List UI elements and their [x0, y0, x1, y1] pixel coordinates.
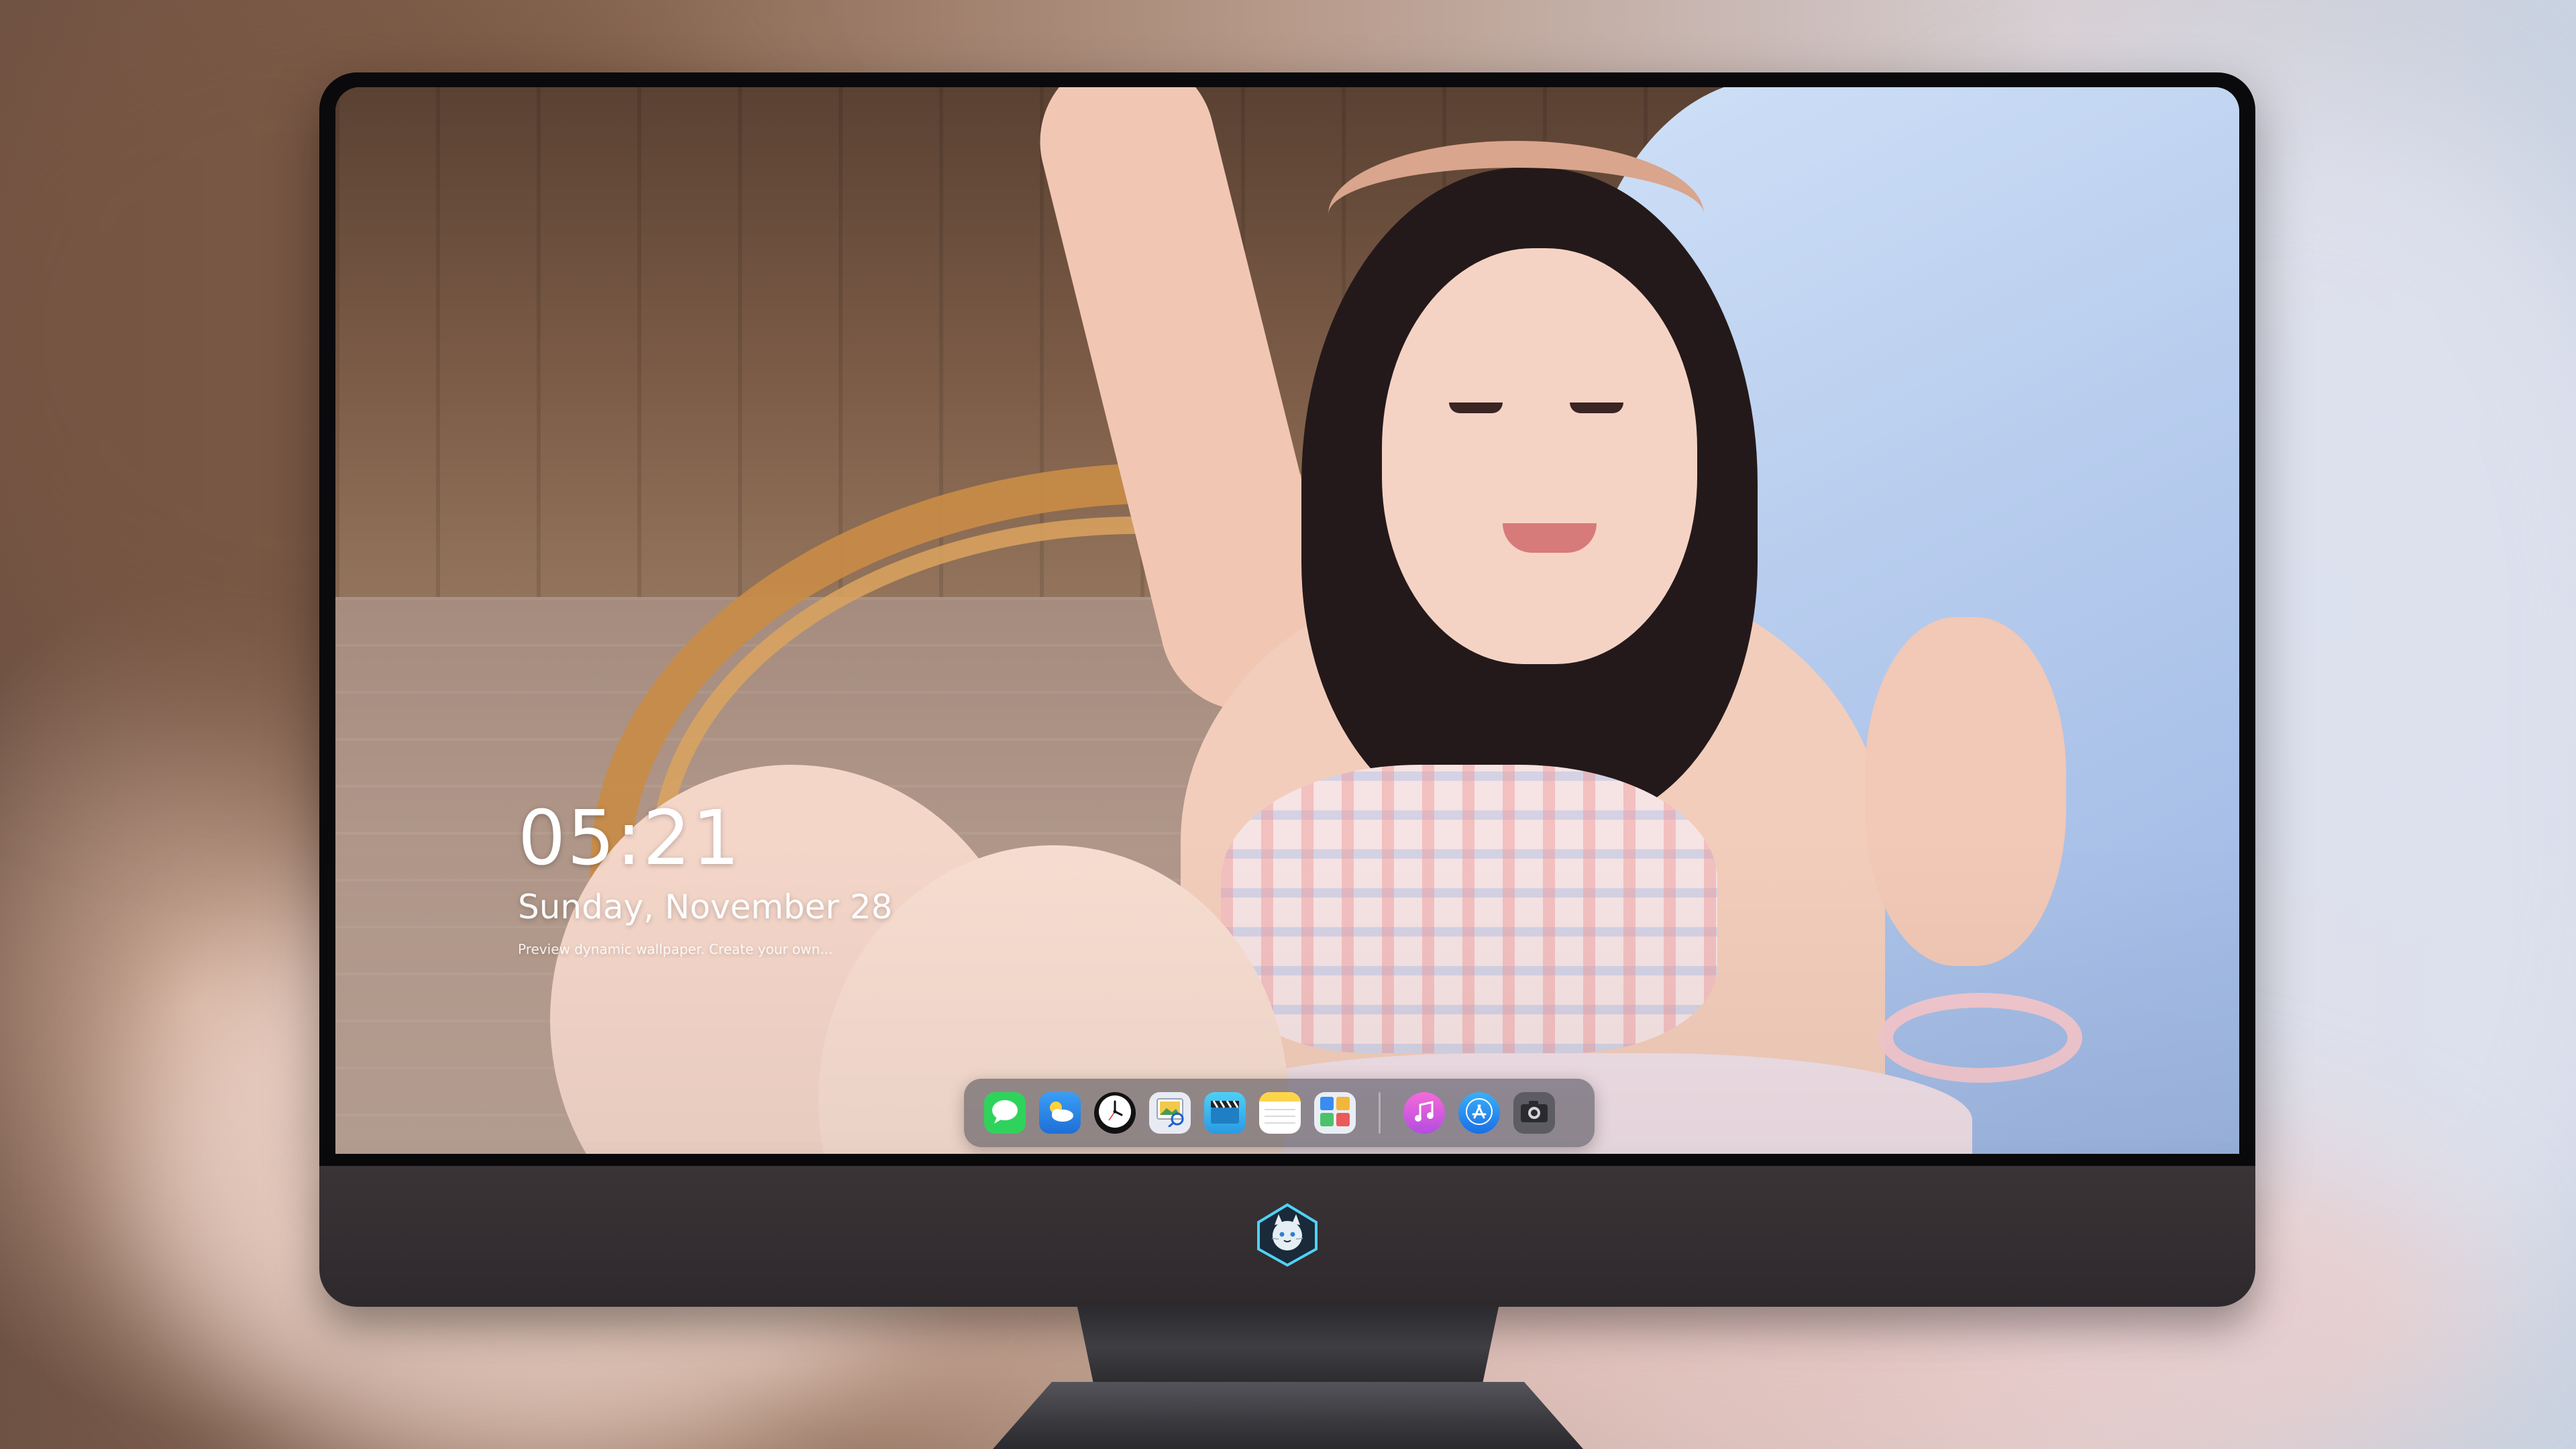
music-icon [1411, 1098, 1438, 1128]
app-store-icon [1464, 1097, 1494, 1129]
weather-icon [1044, 1098, 1076, 1128]
preview-icon [1153, 1096, 1187, 1130]
dock-app-weather[interactable] [1039, 1092, 1081, 1134]
dock-app-messages[interactable] [984, 1092, 1026, 1134]
widgets-icon [1318, 1094, 1352, 1132]
monitor-stand-neck [1077, 1307, 1499, 1387]
monitor-chin [319, 1166, 2255, 1307]
monitor: 05:21 Sunday, November 28 Preview dynami… [319, 72, 2255, 1307]
clock-time: 05:21 [518, 795, 741, 882]
wallpaper-vignette [335, 87, 2239, 1154]
lockscreen-clock: 05:21 Sunday, November 28 Preview dynami… [518, 798, 893, 958]
dock-app-notes[interactable] [1259, 1092, 1301, 1134]
messages-icon [990, 1098, 1020, 1128]
monitor-stand-base [993, 1382, 1583, 1449]
dock-app-music[interactable] [1403, 1092, 1445, 1134]
dock-app-app-store[interactable] [1458, 1092, 1500, 1134]
dock [964, 1079, 1595, 1147]
dock-app-preview[interactable] [1149, 1092, 1191, 1134]
dock-app-clock[interactable] [1094, 1092, 1136, 1134]
dock-app-widgets[interactable] [1314, 1092, 1356, 1134]
clock-hint-text: Preview dynamic wallpaper. Create your o… [518, 941, 833, 957]
dock-separator [1379, 1092, 1381, 1134]
dock-app-clips[interactable] [1204, 1092, 1246, 1134]
desktop-screen[interactable]: 05:21 Sunday, November 28 Preview dynami… [335, 87, 2239, 1154]
clock-icon [1097, 1093, 1133, 1132]
monitor-bezel: 05:21 Sunday, November 28 Preview dynami… [319, 72, 2255, 1166]
cat-mascot-logo-icon [1254, 1202, 1320, 1268]
camera-icon [1519, 1099, 1550, 1127]
notes-icon [1259, 1092, 1301, 1134]
clock-date: Sunday, November 28 [518, 888, 893, 926]
dock-app-camera[interactable] [1513, 1092, 1555, 1134]
clips-icon [1208, 1097, 1242, 1129]
